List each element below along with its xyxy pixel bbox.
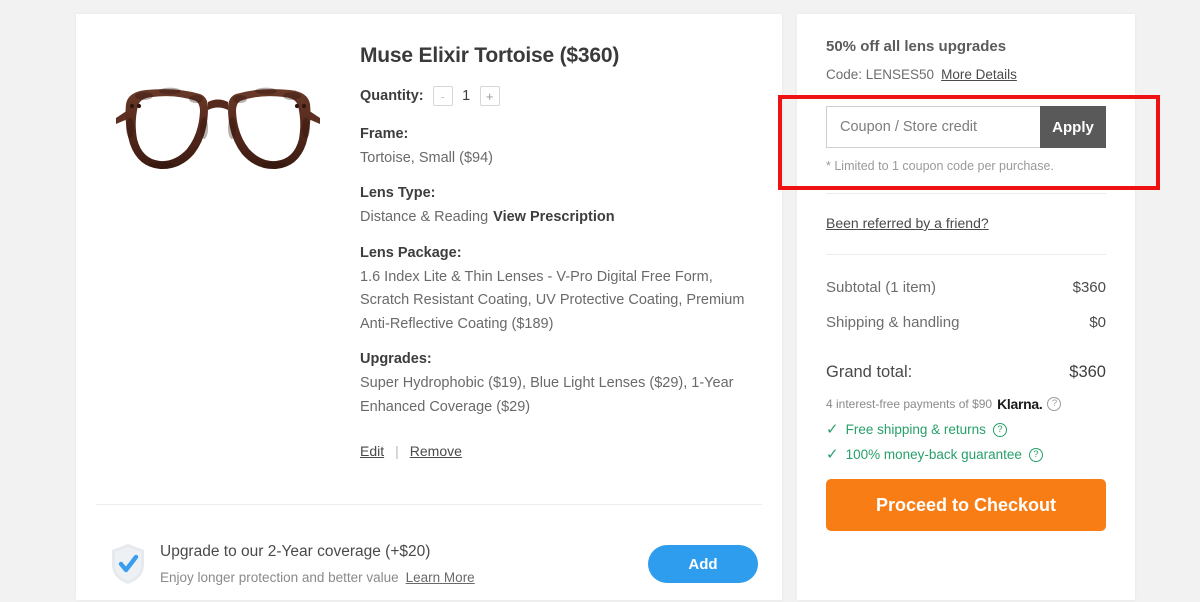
cart-item-card: Muse Elixir Tortoise ($360) Quantity: - … <box>76 14 782 600</box>
upgrade-subtitle-text: Enjoy longer protection and better value <box>160 570 399 585</box>
klarna-row: 4 interest-free payments of $90 Klarna. … <box>826 396 1106 412</box>
klarna-text: 4 interest-free payments of $90 <box>826 397 993 411</box>
benefit-label-free-shipping: Free shipping & returns <box>845 422 986 437</box>
coupon-input[interactable] <box>826 106 1040 148</box>
product-row: Muse Elixir Tortoise ($360) Quantity: - … <box>76 14 782 490</box>
grand-total-label: Grand total: <box>826 363 913 381</box>
shipping-label: Shipping & handling <box>826 314 960 331</box>
shield-icon-wrapper <box>96 542 160 586</box>
free-shipping-help-icon[interactable]: ? <box>992 422 1007 437</box>
upgrade-coverage-banner: Upgrade to our 2-Year coverage (+$20) En… <box>96 526 762 602</box>
subtotal-row: Subtotal (1 item) $360 <box>826 279 1106 296</box>
learn-more-link[interactable]: Learn More <box>406 570 475 585</box>
spec-value-frame: Tortoise, Small ($94) <box>360 150 493 166</box>
spec-label-frame: Frame: <box>360 126 409 142</box>
quantity-stepper: Quantity: - 1 + <box>360 86 762 106</box>
grand-total-row: Grand total: $360 <box>826 363 1106 382</box>
subtotal-amount: $360 <box>1072 279 1106 296</box>
quantity-increment-button[interactable]: + <box>479 86 500 106</box>
add-coverage-button[interactable]: Add <box>648 545 758 583</box>
benefit-label-money-back: 100% money-back guarantee <box>845 447 1022 462</box>
klarna-logo: Klarna. <box>997 396 1043 412</box>
spec-value-lens-package: 1.6 Index Lite & Thin Lenses - V-Pro Dig… <box>360 268 745 332</box>
spec-value-lens-type: Distance & Reading View Prescription <box>360 206 762 229</box>
spec-frame: Frame: Tortoise, Small ($94) <box>360 126 762 170</box>
benefit-money-back: ✓ 100% money-back guarantee ? <box>826 447 1106 462</box>
referral-link[interactable]: Been referred by a friend? <box>826 215 989 231</box>
item-actions: Edit | Remove <box>360 443 762 459</box>
edit-link[interactable]: Edit <box>360 443 384 459</box>
action-separator: | <box>395 443 399 460</box>
coupon-row: Apply <box>826 106 1106 148</box>
product-image-column <box>76 14 360 490</box>
order-summary-card: 50% off all lens upgrades Code: LENSES50… <box>797 14 1135 600</box>
shield-check-icon <box>112 544 144 584</box>
subtotal-label: Subtotal (1 item) <box>826 279 937 296</box>
coupon-note: * Limited to 1 coupon code per purchase. <box>826 159 1054 173</box>
check-icon: ✓ <box>826 421 839 438</box>
promo-code-line: Code: LENSES50 More Details <box>826 67 1106 82</box>
product-info-column: Muse Elixir Tortoise ($360) Quantity: - … <box>360 14 782 490</box>
spec-value-upgrades: Super Hydrophobic ($19), Blue Light Lens… <box>360 375 734 415</box>
promo-code-text: Code: LENSES50 <box>826 67 935 82</box>
spec-label-upgrades: Upgrades: <box>360 351 432 368</box>
promo-section: 50% off all lens upgrades Code: LENSES50… <box>797 14 1135 173</box>
klarna-help-icon[interactable]: ? <box>1047 397 1062 411</box>
proceed-to-checkout-button[interactable]: Proceed to Checkout <box>826 479 1106 531</box>
spec-upgrades: Upgrades: Super Hydrophobic ($19), Blue … <box>360 351 762 419</box>
shipping-amount: $0 <box>1089 314 1106 331</box>
grand-total-amount: $360 <box>1069 363 1106 381</box>
quantity-label: Quantity: <box>360 88 424 104</box>
remove-link[interactable]: Remove <box>410 443 462 459</box>
spec-label-lens-type: Lens Type: <box>360 185 436 202</box>
totals-section: Subtotal (1 item) $360 Shipping & handli… <box>797 255 1135 462</box>
apply-coupon-button[interactable]: Apply <box>1040 106 1106 148</box>
product-title: Muse Elixir Tortoise ($360) <box>360 44 620 67</box>
quantity-value: 1 <box>462 88 471 104</box>
spec-lens-package: Lens Package: 1.6 Index Lite & Thin Lens… <box>360 245 762 336</box>
quantity-decrement-button[interactable]: - <box>432 86 453 106</box>
benefit-free-shipping: ✓ Free shipping & returns ? <box>826 422 1106 437</box>
upgrade-title: Upgrade to our 2-Year coverage (+$20) <box>160 543 431 560</box>
promo-title: 50% off all lens upgrades <box>826 38 1007 55</box>
lens-type-text: Distance & Reading <box>360 209 489 226</box>
money-back-help-icon[interactable]: ? <box>1028 447 1043 462</box>
shipping-row: Shipping & handling $0 <box>826 314 1106 331</box>
tortoise-eyeglasses-image <box>116 87 320 170</box>
upgrade-text-block: Upgrade to our 2-Year coverage (+$20) En… <box>160 543 648 585</box>
spec-lens-type: Lens Type: Distance & Reading View Prescr… <box>360 185 762 229</box>
view-prescription-link[interactable]: View Prescription <box>493 209 614 225</box>
referral-section: Been referred by a friend? <box>797 194 1135 254</box>
card-divider <box>96 504 762 505</box>
spec-label-lens-package: Lens Package: <box>360 244 462 261</box>
upgrade-subtitle: Enjoy longer protection and better value… <box>160 570 648 585</box>
check-icon: ✓ <box>826 446 839 463</box>
more-details-link[interactable]: More Details <box>941 67 1017 82</box>
